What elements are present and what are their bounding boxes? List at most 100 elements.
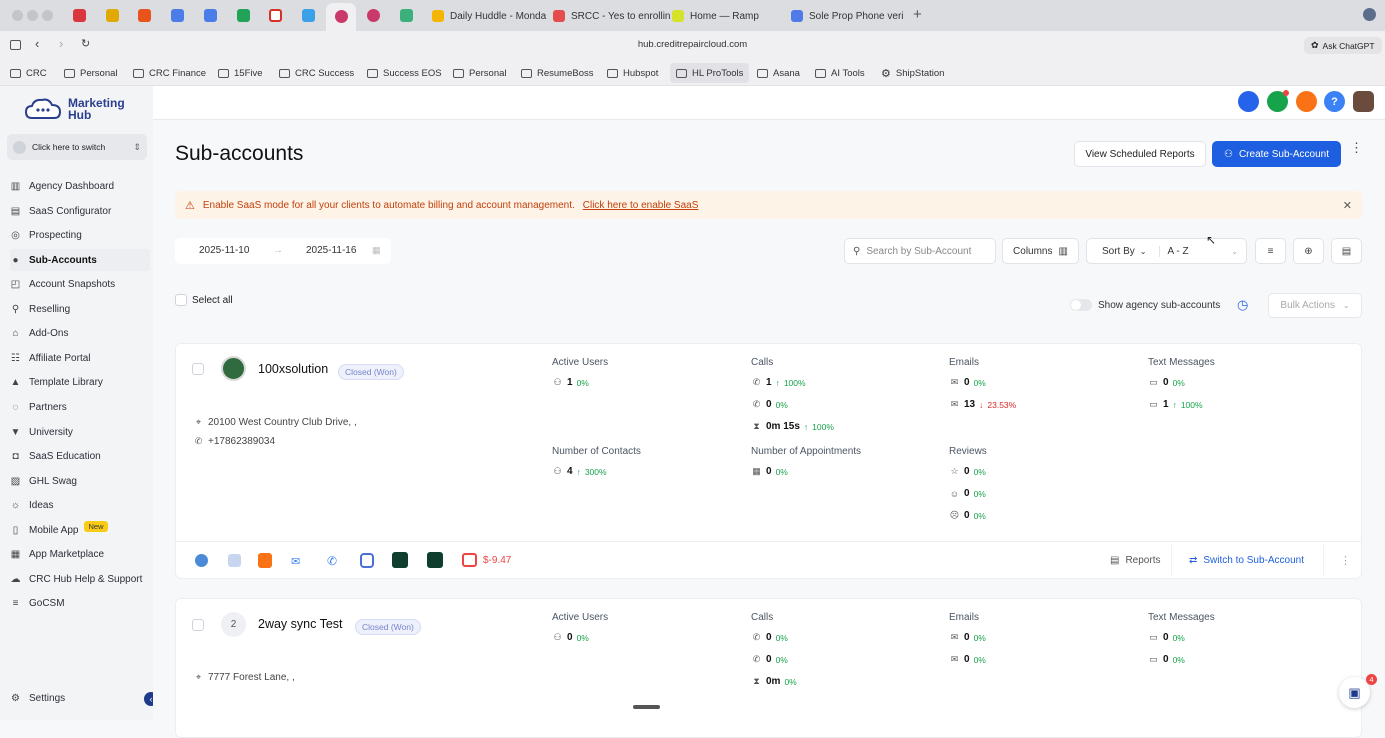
pinned-tab[interactable] [204, 9, 217, 22]
avatar[interactable] [1353, 91, 1374, 112]
bookmark-folder[interactable]: Asana [757, 60, 800, 86]
app-icon[interactable] [392, 552, 408, 568]
more-options-icon[interactable]: ⋮ [1340, 554, 1351, 567]
new-tab-button[interactable]: + [913, 6, 922, 23]
tab-favicon-icon [432, 10, 444, 22]
sidebar-item-settings[interactable]: ⚙ Settings [10, 687, 150, 709]
sidebar-item-agency-dashboard[interactable]: ▥ Agency Dashboard [10, 175, 150, 197]
bookmark-folder[interactable]: AI Tools [815, 60, 865, 86]
columns-button[interactable]: Columns ▥ [1002, 238, 1079, 264]
browser-tab[interactable]: Home — Ramp [664, 1, 767, 31]
show-agency-toggle[interactable] [1070, 299, 1092, 311]
sidebar-toggle-icon[interactable] [10, 40, 21, 50]
reports-button[interactable]: ▤ Reports [1110, 555, 1160, 566]
url-bar[interactable]: hub.creditrepaircloud.com [560, 39, 825, 50]
account-name[interactable]: 100xsolution [258, 362, 328, 376]
sidebar-item-saas-configurator[interactable]: ▤ SaaS Configurator [10, 200, 150, 222]
sort-select[interactable]: Sort By ⌄ A - Z ⌄ [1086, 238, 1247, 264]
bookmark-folder[interactable]: CRC Finance [133, 60, 206, 86]
pinned-tab[interactable] [138, 9, 151, 22]
bookmark-folder[interactable]: Hubspot [607, 60, 658, 86]
bookmark-folder[interactable]: CRC Success [279, 60, 354, 86]
pinned-tab[interactable] [73, 9, 86, 22]
integration-icon[interactable] [228, 554, 241, 567]
back-icon[interactable]: ‹ [35, 36, 39, 51]
chat-widget-button[interactable]: ▣ [1339, 677, 1370, 708]
account-name[interactable]: 2way sync Test [258, 617, 343, 631]
quick-actions-icon[interactable] [1238, 91, 1259, 112]
sidebar-item-gocsm[interactable]: ≡ GoCSM [10, 592, 150, 614]
sidebar-item-add-ons[interactable]: ⌂ Add-Ons [10, 322, 150, 344]
more-options-icon[interactable]: ⋮ [1350, 141, 1363, 154]
sidebar-item-partners[interactable]: ◌ Partners [10, 396, 150, 418]
verified-icon[interactable] [360, 553, 374, 568]
browser-tab[interactable]: Daily Huddle - Monda [424, 1, 554, 31]
pinned-tab[interactable] [171, 9, 184, 22]
calendar-icon: ▦ [372, 245, 381, 255]
pinned-tab[interactable] [367, 9, 380, 22]
row-checkbox[interactable] [192, 363, 204, 375]
pinned-tab[interactable] [106, 9, 119, 22]
sidebar-item-university[interactable]: ▼ University [10, 421, 150, 443]
sidebar-item-crc-hub-help-support[interactable]: ☁ CRC Hub Help & Support [10, 568, 150, 590]
download-icon[interactable]: ⊕ [1293, 238, 1324, 264]
scroll-handle[interactable] [633, 705, 660, 709]
date-range-picker[interactable]: 2025-11-10 → 2025-11-16 ▦ [175, 238, 391, 264]
wordpress-icon[interactable] [195, 554, 208, 567]
bookmark-folder[interactable]: ResumeBoss [521, 60, 594, 86]
sidebar-item-affiliate-portal[interactable]: ☷ Affiliate Portal [10, 347, 150, 369]
app-icon[interactable] [427, 552, 443, 568]
window-zoom-button[interactable] [42, 10, 53, 21]
account-switcher[interactable]: Click here to switch ⇕ [7, 134, 147, 160]
bell-icon[interactable] [1296, 91, 1317, 112]
gmail-tab[interactable] [269, 9, 282, 22]
select-all-checkbox[interactable] [175, 294, 187, 306]
browser-tab[interactable]: SRCC - Yes to enrollin [545, 1, 679, 31]
sidebar-item-reselling[interactable]: ⚲ Reselling [10, 298, 150, 320]
profile-icon[interactable] [1363, 8, 1376, 21]
row-checkbox[interactable] [192, 619, 204, 631]
pinned-tab[interactable] [237, 9, 250, 22]
filter-icon[interactable]: ≡ [1255, 238, 1286, 264]
bookmark-folder[interactable]: Success EOS [367, 60, 442, 86]
forward-icon[interactable]: › [59, 36, 63, 51]
mail-icon[interactable]: ✉ [291, 555, 300, 568]
wallet-icon[interactable] [462, 553, 477, 567]
bookmark-folder[interactable]: CRC [10, 60, 47, 86]
enable-saas-link[interactable]: Click here to enable SaaS [583, 200, 699, 211]
help-icon[interactable]: ? [1324, 91, 1345, 112]
bookmark-folder[interactable]: HL ProTools [670, 63, 750, 83]
active-tab[interactable] [326, 3, 356, 31]
history-icon[interactable]: ◷ [1237, 297, 1248, 313]
sidebar-item-template-library[interactable]: ▲ Template Library [10, 371, 150, 393]
shield-icon[interactable] [258, 553, 272, 568]
browser-tab[interactable]: Sole Prop Phone veri [783, 1, 912, 31]
sidebar-item-sub-accounts[interactable]: ● Sub-Accounts [10, 249, 150, 271]
bulk-actions-select[interactable]: Bulk Actions ⌄ [1268, 293, 1362, 318]
sidebar-item-ideas[interactable]: ☼ Ideas [10, 494, 150, 516]
create-sub-account-button[interactable]: ⚇ Create Sub-Account [1212, 141, 1341, 167]
view-scheduled-reports-button[interactable]: View Scheduled Reports [1074, 141, 1206, 167]
sidebar-item-mobile-app[interactable]: ▯ Mobile App New [10, 519, 150, 541]
bookmark-folder[interactable]: 15Five [218, 60, 263, 86]
reload-icon[interactable]: ↻ [81, 37, 90, 50]
phone-icon[interactable]: ✆ [327, 554, 337, 568]
pinned-tab[interactable] [302, 9, 315, 22]
ask-chatgpt-button[interactable]: ✿ Ask ChatGPT [1304, 37, 1382, 54]
switch-to-sub-account-button[interactable]: ⇄ Switch to Sub-Account [1189, 555, 1304, 566]
window-close-button[interactable] [12, 10, 23, 21]
window-minimize-button[interactable] [27, 10, 38, 21]
arrow-right-icon: → [273, 245, 283, 256]
sidebar-item-account-snapshots[interactable]: ◰ Account Snapshots [10, 273, 150, 295]
bookmark-folder[interactable]: Personal [453, 60, 507, 86]
close-icon[interactable]: ✕ [1343, 199, 1352, 212]
sidebar-item-prospecting[interactable]: ◎ Prospecting [10, 224, 150, 246]
sidebar-item-app-marketplace[interactable]: ▦ App Marketplace [10, 543, 150, 565]
bookmark-link[interactable]: ⚙ ShipStation [881, 60, 944, 86]
bookmark-folder[interactable]: Personal [64, 60, 118, 86]
sidebar-item-ghl-swag[interactable]: ▨ GHL Swag [10, 470, 150, 492]
pinned-tab[interactable] [400, 9, 413, 22]
sidebar-item-saas-education[interactable]: ◘ SaaS Education [10, 445, 150, 467]
table-view-icon[interactable]: ▤ [1331, 238, 1362, 264]
search-input[interactable]: ⚲ Search by Sub-Account [844, 238, 996, 264]
